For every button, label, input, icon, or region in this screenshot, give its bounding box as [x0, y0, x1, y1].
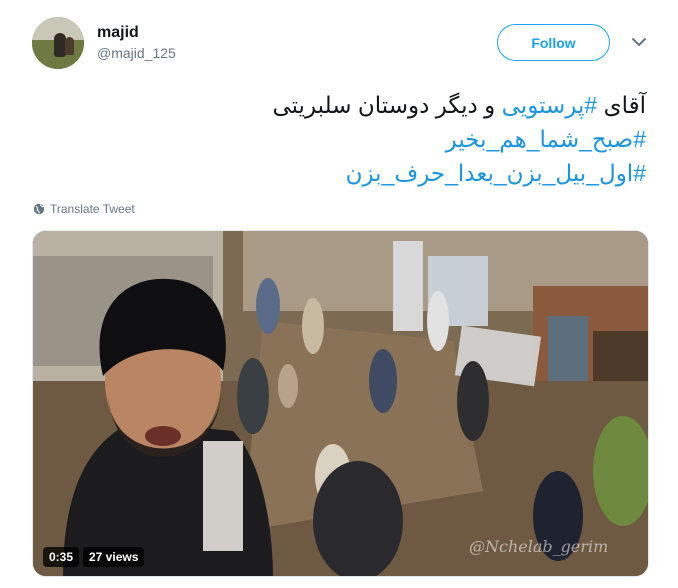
author-display-name[interactable]: majid: [97, 23, 176, 43]
avatar[interactable]: [32, 17, 84, 69]
video-frame: [33, 231, 648, 576]
tweet-text: آقای #پرستویی و دیگر دوستان سلبریتی #صبح…: [240, 88, 646, 190]
avatar-figure-second: [65, 37, 74, 55]
translate-tweet-label[interactable]: Translate Tweet: [50, 202, 135, 216]
tweet-text-rest: و دیگر دوستان سلبریتی: [272, 92, 496, 118]
translate-tweet-link[interactable]: Translate Tweet: [33, 202, 135, 216]
globe-icon: [33, 203, 45, 215]
chevron-down-icon[interactable]: [630, 35, 648, 49]
tweet-text-start: آقای: [603, 92, 646, 118]
author-block[interactable]: majid @majid_125: [97, 23, 176, 62]
tweet-card: majid @majid_125 Follow آقای #پرستویی و …: [0, 0, 678, 588]
tweet-line-2: #صبح_شما_هم_بخیر: [240, 122, 646, 156]
tweet-line-1: آقای #پرستویی و دیگر دوستان سلبریتی: [240, 88, 646, 122]
follow-button[interactable]: Follow: [497, 24, 610, 61]
hashtag-link[interactable]: #پرستویی: [502, 92, 598, 118]
author-handle[interactable]: @majid_125: [97, 44, 176, 62]
video-duration-badge: 0:35: [43, 547, 80, 567]
video-watermark: @Nchelab_gerim: [469, 537, 609, 556]
hashtag-link[interactable]: #اول_بیل_بزن_بعدا_حرف_بزن: [346, 160, 646, 186]
hashtag-link[interactable]: #صبح_شما_هم_بخیر: [446, 126, 646, 152]
video-player[interactable]: @Nchelab_gerim 0:35 27 views: [32, 230, 649, 577]
tweet-line-3: #اول_بیل_بزن_بعدا_حرف_بزن: [240, 156, 646, 190]
video-views-badge: 27 views: [83, 547, 145, 567]
